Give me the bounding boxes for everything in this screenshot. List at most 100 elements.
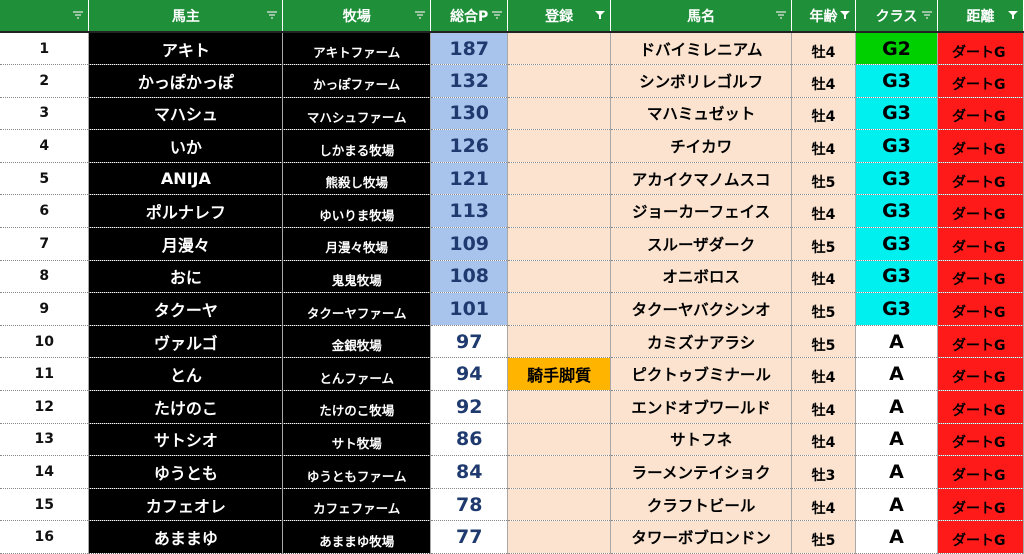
- class-cell[interactable]: G2: [855, 32, 938, 66]
- horse-name-cell[interactable]: ドバイミレニアム: [610, 32, 793, 66]
- points-cell[interactable]: 126: [430, 129, 509, 163]
- registration-cell[interactable]: [507, 64, 612, 98]
- age-cell[interactable]: 牡4: [791, 390, 857, 424]
- filter-active-icon[interactable]: [839, 10, 851, 20]
- filter-dropdown-icon[interactable]: [775, 10, 787, 20]
- distance-cell[interactable]: ダートG: [937, 390, 1024, 424]
- registration-cell[interactable]: [507, 227, 612, 261]
- age-cell[interactable]: 牡5: [791, 325, 857, 359]
- distance-cell[interactable]: ダートG: [937, 129, 1024, 163]
- registration-cell[interactable]: [507, 32, 612, 66]
- distance-cell[interactable]: ダートG: [937, 423, 1024, 457]
- farm-cell[interactable]: ゆいりま牧場: [282, 194, 432, 229]
- row-number[interactable]: 14: [0, 455, 90, 489]
- age-cell[interactable]: 牡4: [791, 194, 857, 229]
- class-cell[interactable]: G3: [855, 64, 938, 98]
- class-cell[interactable]: G3: [855, 260, 938, 294]
- owner-cell[interactable]: ANIJA: [88, 162, 284, 196]
- farm-cell[interactable]: マハシュファーム: [282, 97, 432, 131]
- points-cell[interactable]: 97: [430, 325, 509, 359]
- class-cell[interactable]: A: [855, 423, 938, 457]
- owner-cell[interactable]: サトシオ: [88, 423, 284, 457]
- owner-cell[interactable]: いか: [88, 129, 284, 163]
- header-col-class[interactable]: クラス: [855, 0, 938, 33]
- row-number[interactable]: 10: [0, 325, 90, 359]
- filter-dropdown-icon[interactable]: [414, 10, 426, 20]
- registration-cell[interactable]: [507, 455, 612, 489]
- farm-cell[interactable]: 月漫々牧場: [282, 227, 432, 261]
- points-cell[interactable]: 94: [430, 357, 509, 392]
- class-cell[interactable]: G3: [855, 129, 938, 163]
- owner-cell[interactable]: 月漫々: [88, 227, 284, 261]
- row-number[interactable]: 16: [0, 520, 90, 554]
- points-cell[interactable]: 92: [430, 390, 509, 424]
- registration-cell[interactable]: [507, 129, 612, 163]
- class-cell[interactable]: A: [855, 390, 938, 424]
- filter-active-icon[interactable]: [1007, 10, 1019, 20]
- class-cell[interactable]: G3: [855, 162, 938, 196]
- row-number[interactable]: 8: [0, 260, 90, 294]
- filter-dropdown-icon[interactable]: [72, 10, 84, 20]
- age-cell[interactable]: 牡4: [791, 423, 857, 457]
- owner-cell[interactable]: ポルナレフ: [88, 194, 284, 229]
- registration-cell[interactable]: [507, 260, 612, 294]
- points-cell[interactable]: 86: [430, 423, 509, 457]
- owner-cell[interactable]: ゆうとも: [88, 455, 284, 489]
- age-cell[interactable]: 牡4: [791, 129, 857, 163]
- class-cell[interactable]: A: [855, 488, 938, 522]
- horse-name-cell[interactable]: カミズナアラシ: [610, 325, 793, 359]
- farm-cell[interactable]: 熊殺し牧場: [282, 162, 432, 196]
- row-number[interactable]: 7: [0, 227, 90, 261]
- points-cell[interactable]: 132: [430, 64, 509, 98]
- distance-cell[interactable]: ダートG: [937, 455, 1024, 489]
- owner-cell[interactable]: おに: [88, 260, 284, 294]
- horse-name-cell[interactable]: クラフトビール: [610, 488, 793, 522]
- row-number[interactable]: 11: [0, 357, 90, 392]
- farm-cell[interactable]: とんファーム: [282, 357, 432, 392]
- farm-cell[interactable]: 鬼鬼牧場: [282, 260, 432, 294]
- row-number[interactable]: 12: [0, 390, 90, 424]
- distance-cell[interactable]: ダートG: [937, 32, 1024, 66]
- header-col-farm[interactable]: 牧場: [282, 0, 432, 33]
- horse-name-cell[interactable]: タワーボブロンドン: [610, 520, 793, 554]
- points-cell[interactable]: 187: [430, 32, 509, 66]
- horse-name-cell[interactable]: ラーメンテイショク: [610, 455, 793, 489]
- registration-cell[interactable]: [507, 423, 612, 457]
- distance-cell[interactable]: ダートG: [937, 357, 1024, 392]
- age-cell[interactable]: 牡3: [791, 455, 857, 489]
- age-cell[interactable]: 牡4: [791, 32, 857, 66]
- farm-cell[interactable]: サト牧場: [282, 423, 432, 457]
- owner-cell[interactable]: ヴァルゴ: [88, 325, 284, 359]
- horse-name-cell[interactable]: ピクトゥブミナール: [610, 357, 793, 392]
- farm-cell[interactable]: カフェファーム: [282, 488, 432, 522]
- farm-cell[interactable]: たけのこ牧場: [282, 390, 432, 424]
- class-cell[interactable]: A: [855, 357, 938, 392]
- owner-cell[interactable]: とん: [88, 357, 284, 392]
- distance-cell[interactable]: ダートG: [937, 488, 1024, 522]
- horse-name-cell[interactable]: スルーザダーク: [610, 227, 793, 261]
- distance-cell[interactable]: ダートG: [937, 162, 1024, 196]
- header-col-distance[interactable]: 距離: [937, 0, 1024, 33]
- farm-cell[interactable]: アキトファーム: [282, 32, 432, 66]
- farm-cell[interactable]: ゆうともファーム: [282, 455, 432, 489]
- age-cell[interactable]: 牡4: [791, 260, 857, 294]
- registration-cell[interactable]: [507, 194, 612, 229]
- header-col-registration[interactable]: 登録: [507, 0, 612, 33]
- registration-cell[interactable]: [507, 162, 612, 196]
- class-cell[interactable]: A: [855, 455, 938, 489]
- registration-cell[interactable]: 騎手脚質: [507, 357, 612, 392]
- filter-dropdown-icon[interactable]: [266, 10, 278, 20]
- age-cell[interactable]: 牡4: [791, 97, 857, 131]
- row-number[interactable]: 4: [0, 129, 90, 163]
- filter-dropdown-icon[interactable]: [921, 10, 933, 20]
- class-cell[interactable]: A: [855, 325, 938, 359]
- farm-cell[interactable]: あままゆ牧場: [282, 520, 432, 554]
- owner-cell[interactable]: あままゆ: [88, 520, 284, 554]
- distance-cell[interactable]: ダートG: [937, 194, 1024, 229]
- farm-cell[interactable]: かっぽファーム: [282, 64, 432, 98]
- farm-cell[interactable]: 金銀牧場: [282, 325, 432, 359]
- registration-cell[interactable]: [507, 520, 612, 554]
- points-cell[interactable]: 109: [430, 227, 509, 261]
- owner-cell[interactable]: カフェオレ: [88, 488, 284, 522]
- row-number[interactable]: 1: [0, 32, 90, 66]
